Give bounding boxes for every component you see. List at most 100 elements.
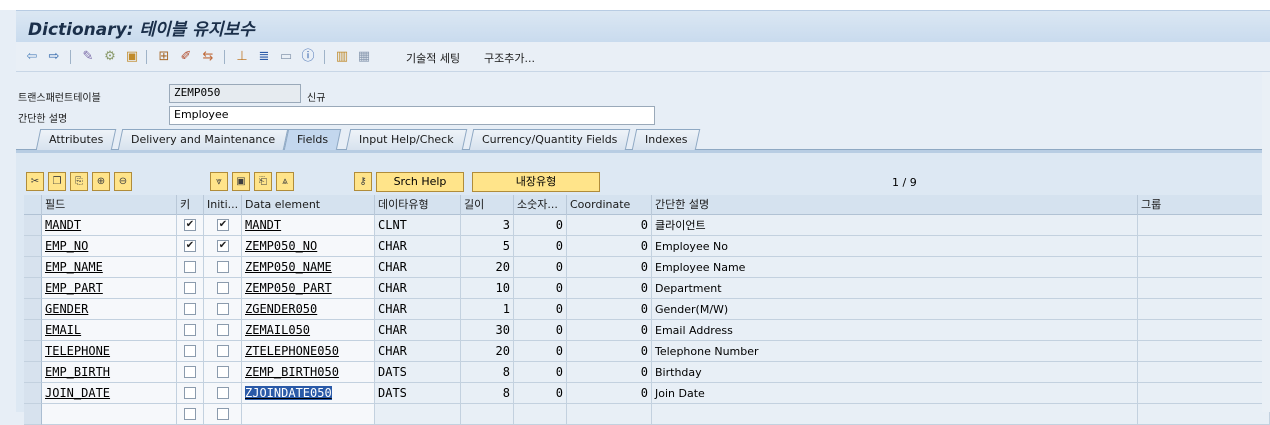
transport-icon[interactable]: ⇆	[200, 49, 216, 65]
initial-checkbox[interactable]	[217, 324, 229, 336]
field-name-cell[interactable]: EMP_PART	[42, 278, 177, 299]
activate-icon[interactable]: ⚙	[102, 49, 118, 65]
key-checkbox[interactable]	[184, 366, 196, 378]
technical-settings-button[interactable]: 기술적 세팅	[406, 50, 460, 66]
initial-checkbox[interactable]: ✔	[217, 219, 229, 231]
initial-checkbox[interactable]	[217, 408, 229, 420]
row-selector[interactable]	[24, 236, 42, 257]
initial-checkbox[interactable]: ✔	[217, 240, 229, 252]
header-group[interactable]: 그룹	[1138, 195, 1270, 215]
key-checkbox[interactable]: ✔	[184, 219, 196, 231]
table-name-field[interactable]: ZEMP050	[169, 84, 301, 103]
field-name-cell[interactable]: EMP_NO	[42, 236, 177, 257]
copy-icon[interactable]: ❐	[48, 172, 66, 191]
field-name-cell[interactable]: EMAIL	[42, 320, 177, 341]
header-initial[interactable]: Initi...	[204, 195, 242, 215]
clipboard-icon[interactable]: ⎗	[254, 172, 272, 191]
data-element-cell[interactable]: ZTELEPHONE050	[242, 341, 375, 362]
field-name-cell[interactable]: TELEPHONE	[42, 341, 177, 362]
builtin-type-button[interactable]: 내장유형	[472, 172, 600, 192]
insert-row-icon[interactable]: ⊕	[92, 172, 110, 191]
header-data-type[interactable]: 데이타유형	[375, 195, 461, 215]
append-structure-button[interactable]: 구조추가...	[484, 50, 535, 66]
forward-arrow-icon[interactable]: ⇨	[46, 49, 62, 65]
paste-icon[interactable]: ⎘	[70, 172, 88, 191]
check-object-icon[interactable]: ▣	[124, 49, 140, 65]
field-name-cell[interactable]	[42, 404, 177, 425]
row-selector[interactable]	[24, 362, 42, 383]
row-selector[interactable]	[24, 299, 42, 320]
data-element-cell[interactable]: ZEMP050_NAME	[242, 257, 375, 278]
table-row	[24, 404, 1270, 425]
key-checkbox[interactable]	[184, 324, 196, 336]
key-checkbox[interactable]	[184, 261, 196, 273]
header-key[interactable]: 키	[177, 195, 204, 215]
where-used-icon[interactable]: ⊞	[156, 49, 172, 65]
field-name-cell[interactable]: EMP_BIRTH	[42, 362, 177, 383]
data-element-cell[interactable]: ZGENDER050	[242, 299, 375, 320]
sort-down-icon[interactable]: ⩔	[210, 172, 228, 191]
cut-icon[interactable]: ✂	[26, 172, 44, 191]
tab-attributes[interactable]: Attributes	[35, 129, 117, 150]
data-element-cell[interactable]: ZEMP050_NO	[242, 236, 375, 257]
tab-indexes[interactable]: Indexes	[631, 129, 701, 150]
header-length[interactable]: 길이	[461, 195, 514, 215]
header-select-all[interactable]	[24, 195, 42, 215]
list-icon[interactable]: ≣	[256, 49, 272, 65]
key-checkbox[interactable]: ✔	[184, 240, 196, 252]
back-arrow-icon[interactable]: ⇦	[24, 49, 40, 65]
tab-currency-quantity[interactable]: Currency/Quantity Fields	[468, 129, 631, 150]
sort-up-icon[interactable]: ⩓	[276, 172, 294, 191]
field-name-cell[interactable]: JOIN_DATE	[42, 383, 177, 404]
initial-checkbox[interactable]	[217, 387, 229, 399]
data-element-cell[interactable]: MANDT	[242, 215, 375, 236]
header-decimals[interactable]: 소숫자...	[514, 195, 567, 215]
key-checkbox[interactable]	[184, 345, 196, 357]
initial-checkbox[interactable]	[217, 261, 229, 273]
data-element-cell[interactable]: ZJOINDATE050	[242, 383, 375, 404]
key-checkbox[interactable]	[184, 387, 196, 399]
field-name-cell[interactable]: MANDT	[42, 215, 177, 236]
short-description-field[interactable]: Employee	[169, 106, 655, 125]
grid-icon[interactable]: ▦	[356, 49, 372, 65]
coordinate-cell: 0	[567, 341, 652, 362]
row-selector[interactable]	[24, 341, 42, 362]
info-icon[interactable]: ⓘ	[300, 49, 316, 65]
row-selector[interactable]	[24, 320, 42, 341]
initial-checkbox[interactable]	[217, 366, 229, 378]
tab-delivery-maintenance[interactable]: Delivery and Maintenance	[117, 129, 289, 150]
key-checkbox[interactable]	[184, 408, 196, 420]
header-short-description[interactable]: 간단한 설명	[652, 195, 1138, 215]
search-help-button[interactable]: Srch Help	[376, 172, 464, 192]
window-icon[interactable]: ▭	[278, 49, 294, 65]
header-data-element[interactable]: Data element	[242, 195, 375, 215]
row-selector[interactable]	[24, 383, 42, 404]
display-change-icon[interactable]: ✎	[80, 49, 96, 65]
row-selector[interactable]	[24, 257, 42, 278]
row-selector[interactable]	[24, 278, 42, 299]
delete-row-icon[interactable]: ⊖	[114, 172, 132, 191]
field-name-cell[interactable]: EMP_NAME	[42, 257, 177, 278]
key-help-icon[interactable]: ⚷	[354, 172, 372, 191]
header-field[interactable]: 필드	[42, 195, 177, 215]
field-name-cell[interactable]: GENDER	[42, 299, 177, 320]
header-coordinate[interactable]: Coordinate	[567, 195, 652, 215]
initial-checkbox[interactable]	[217, 345, 229, 357]
vertical-scrollbar[interactable]	[1262, 72, 1270, 412]
tab-input-help-check[interactable]: Input Help/Check	[345, 129, 467, 150]
key-checkbox[interactable]	[184, 303, 196, 315]
row-selector[interactable]	[24, 215, 42, 236]
data-element-cell[interactable]: ZEMP_BIRTH050	[242, 362, 375, 383]
key-checkbox[interactable]	[184, 282, 196, 294]
detail-icon[interactable]: ▣	[232, 172, 250, 191]
edit-pencil-icon[interactable]: ✐	[178, 49, 194, 65]
initial-checkbox[interactable]	[217, 282, 229, 294]
columns-icon[interactable]: ▥	[334, 49, 350, 65]
initial-checkbox[interactable]	[217, 303, 229, 315]
hierarchy-icon[interactable]: ⊥	[234, 49, 250, 65]
row-selector[interactable]	[24, 404, 42, 425]
tab-fields[interactable]: Fields	[283, 129, 342, 150]
data-element-cell[interactable]	[242, 404, 375, 425]
data-element-cell[interactable]: ZEMAIL050	[242, 320, 375, 341]
data-element-cell[interactable]: ZEMP050_PART	[242, 278, 375, 299]
